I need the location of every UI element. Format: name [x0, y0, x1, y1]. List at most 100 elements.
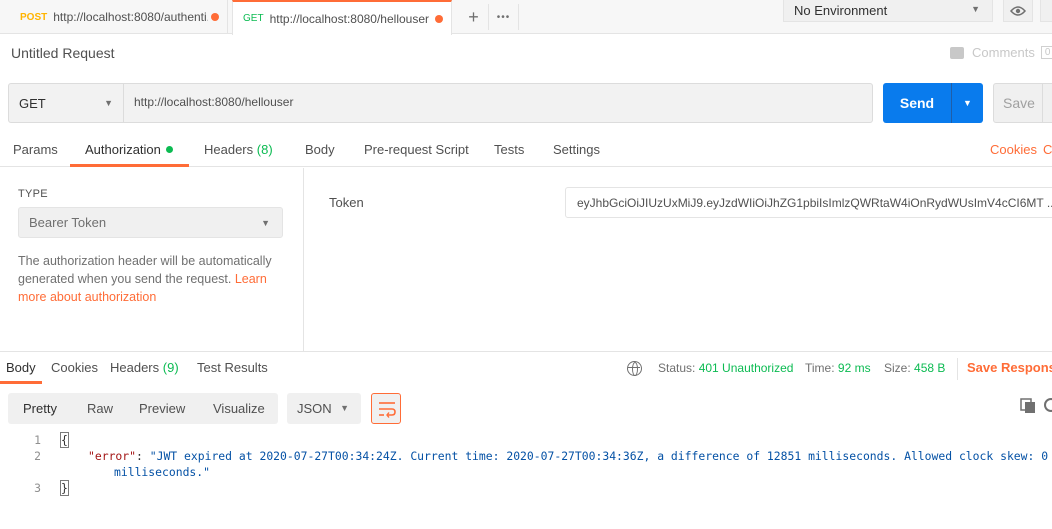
view-pretty-button[interactable]: Pretty — [23, 401, 57, 416]
response-bar: Body Cookies Headers (9) Test Results St… — [0, 351, 1052, 384]
response-tab-test-results[interactable]: Test Results — [197, 360, 268, 375]
request-tab-get[interactable]: GET http://localhost:8080/hellouser — [232, 0, 452, 35]
auth-type-value: Bearer Token — [29, 215, 107, 230]
token-input[interactable]: eyJhbGciOiJIUzUxMiJ9.eyJzdWIiOiJhZG1pbiI… — [565, 187, 1052, 218]
wrap-lines-icon — [379, 402, 396, 418]
active-indicator-icon — [165, 146, 173, 153]
tab-url: http://localhost:8080/hellouser — [269, 11, 430, 26]
environment-select[interactable]: No Environment ▼ — [783, 0, 993, 22]
active-tab-underline — [70, 164, 189, 167]
tab-prerequest-script[interactable]: Pre-request Script — [364, 142, 469, 157]
json-value: "JWT expired at 2020-07-27T00:34:24Z. Cu… — [149, 449, 1049, 463]
size-value: 458 B — [914, 361, 946, 375]
view-visualize-button[interactable]: Visualize — [213, 401, 265, 416]
type-label: TYPE — [18, 188, 48, 200]
response-tab-headers[interactable]: Headers (9) — [110, 360, 179, 375]
close-brace: } — [60, 480, 69, 496]
open-brace: { — [60, 432, 69, 448]
globe-icon[interactable] — [627, 361, 642, 376]
method-select[interactable]: GET ▼ — [9, 84, 124, 122]
view-preview-button[interactable]: Preview — [139, 401, 185, 416]
code-line: 1 { — [0, 432, 1052, 449]
json-colon: : — [136, 449, 150, 463]
tab-method-get: GET — [243, 13, 264, 24]
environment-value: No Environment — [794, 3, 888, 18]
method-value: GET — [19, 95, 46, 111]
tab-params[interactable]: Params — [13, 142, 58, 157]
tab-authorization-label: Authorization — [85, 142, 161, 157]
time-value: 92 ms — [837, 361, 871, 375]
view-raw-button[interactable]: Raw — [87, 401, 113, 416]
json-key: "error" — [88, 449, 137, 463]
url-input[interactable]: http://localhost:8080/hellouser — [134, 95, 293, 109]
tab-headers[interactable]: Headers (8) — [204, 142, 273, 157]
wrap-lines-button[interactable] — [371, 393, 401, 424]
divider — [1042, 84, 1043, 122]
line-number: 1 — [34, 433, 41, 447]
chevron-down-icon: ▼ — [340, 403, 349, 413]
format-value: JSON — [297, 401, 332, 416]
auth-type-panel: TYPE Bearer Token ▼ The authorization he… — [0, 168, 304, 351]
tab-body[interactable]: Body — [305, 142, 335, 157]
chevron-down-icon: ▼ — [261, 218, 270, 228]
request-title[interactable]: Untitled Request — [11, 45, 115, 61]
save-button[interactable]: Save — [993, 83, 1052, 123]
code-link[interactable]: C — [1043, 142, 1052, 157]
tab-url: http://localhost:8080/authenti... — [53, 10, 209, 24]
response-tab-cookies[interactable]: Cookies — [51, 360, 98, 375]
chevron-down-icon: ▼ — [104, 98, 113, 108]
status-readout: Status: 401 Unauthorized — [658, 361, 793, 375]
time-readout: Time: 92 ms — [805, 361, 871, 375]
send-options-chevron-icon[interactable]: ▼ — [952, 98, 983, 108]
size-label: Size: — [884, 361, 911, 375]
tab-tests[interactable]: Tests — [494, 142, 524, 157]
unsaved-indicator-icon — [435, 15, 443, 23]
view-mode-group: Pretty Raw Preview Visualize — [8, 393, 278, 424]
url-bar: GET ▼ http://localhost:8080/hellouser — [8, 83, 873, 123]
copy-icon[interactable] — [1020, 398, 1036, 414]
status-label: Status: — [658, 361, 696, 375]
more-tabs-button[interactable]: ••• — [489, 4, 519, 30]
settings-edge-button[interactable] — [1040, 0, 1052, 22]
divider — [957, 358, 958, 380]
search-icon[interactable] — [1044, 398, 1052, 412]
tab-headers-label: Headers — [204, 142, 254, 157]
json-value-continued: milliseconds." — [114, 465, 211, 479]
code-line-wrapped: milliseconds." — [114, 465, 210, 481]
token-label: Token — [329, 195, 364, 210]
save-response-button[interactable]: Save Response — [967, 360, 1052, 375]
size-readout: Size: 458 B — [884, 361, 945, 375]
environment-quick-look-button[interactable] — [1003, 0, 1033, 22]
active-tab-underline — [0, 381, 42, 384]
response-headers-label: Headers — [110, 360, 160, 375]
format-select[interactable]: JSON ▼ — [287, 393, 361, 424]
tab-bar: POST http://localhost:8080/authenti... G… — [0, 0, 1052, 35]
comments-label: Comments — [972, 45, 1035, 60]
save-label: Save — [1003, 95, 1035, 111]
code-line: 3 } — [0, 480, 100, 497]
comments-button[interactable]: Comments 0 — [950, 45, 1052, 60]
chevron-down-icon: ▼ — [971, 4, 980, 14]
response-tab-body[interactable]: Body — [6, 360, 36, 375]
auth-description: The authorization header will be automat… — [18, 252, 288, 306]
auth-type-select[interactable]: Bearer Token ▼ — [18, 207, 283, 238]
send-button[interactable]: Send ▼ — [883, 83, 983, 123]
new-tab-button[interactable]: + — [459, 4, 489, 30]
line-number: 2 — [34, 449, 41, 463]
code-line: "error": "JWT expired at 2020-07-27T00:3… — [88, 449, 1048, 465]
tab-settings[interactable]: Settings — [553, 142, 600, 157]
status-value: 401 Unauthorized — [698, 361, 794, 375]
headers-count: (8) — [256, 142, 273, 157]
tab-method-post: POST — [20, 11, 48, 23]
tab-authorization[interactable]: Authorization — [85, 142, 173, 157]
request-tabs: Params Authorization Headers (8) Body Pr… — [0, 137, 1052, 167]
line-number: 3 — [34, 481, 41, 495]
response-headers-count: (9) — [162, 360, 179, 375]
request-tab-post[interactable]: POST http://localhost:8080/authenti... — [10, 0, 228, 34]
code-line-number-2: 2 — [0, 449, 60, 465]
comment-icon — [950, 46, 964, 59]
unsaved-indicator-icon — [211, 13, 219, 21]
cookies-link[interactable]: Cookies — [990, 142, 1037, 157]
comments-count: 0 — [1040, 46, 1052, 59]
eye-icon — [1010, 5, 1026, 16]
